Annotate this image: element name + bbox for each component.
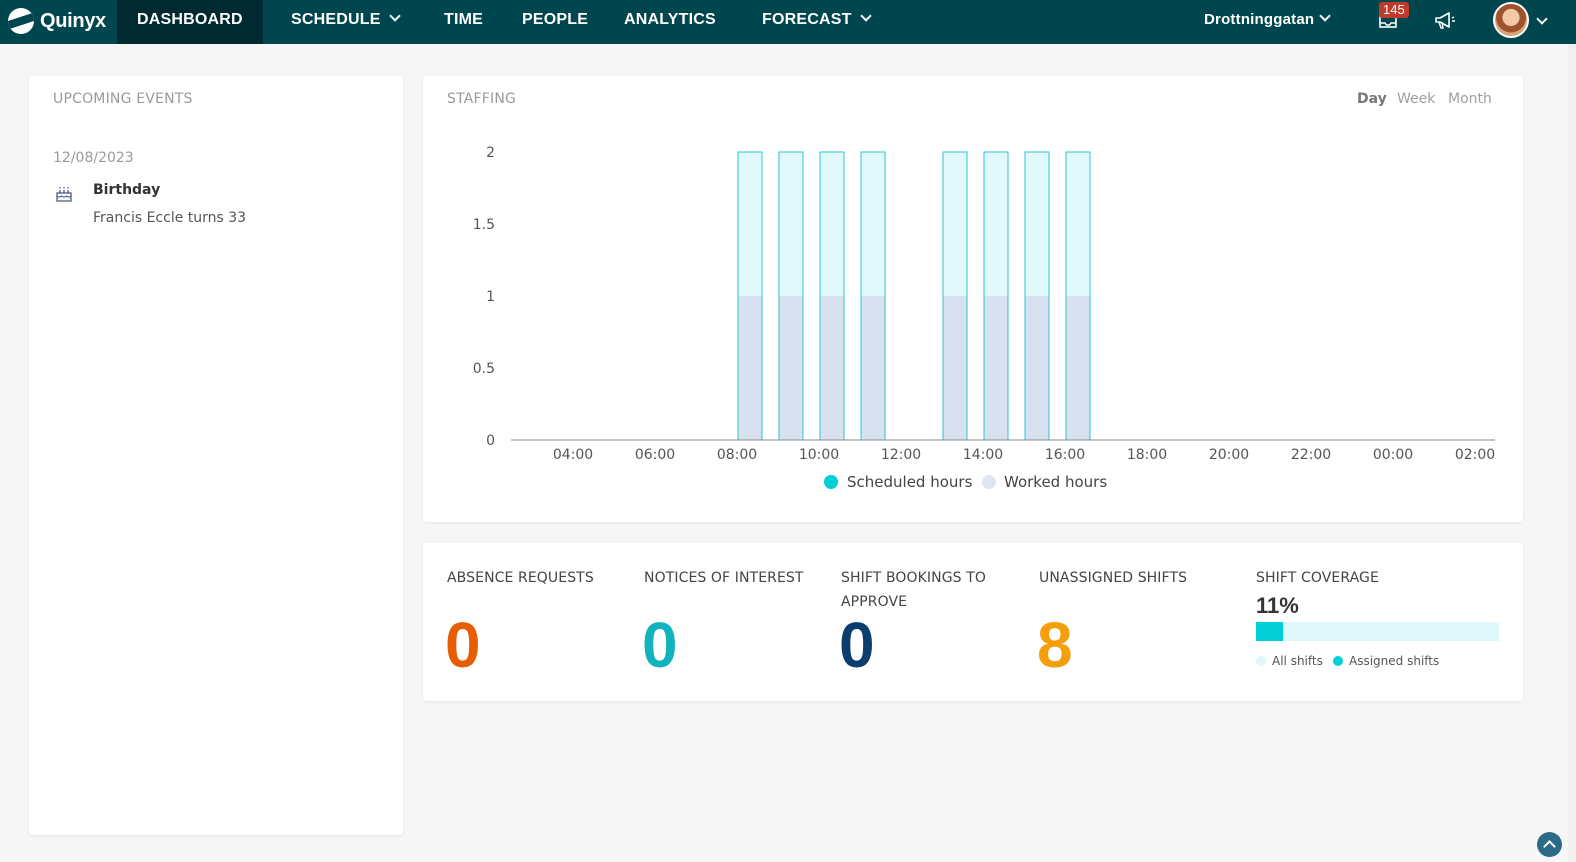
x-tick-label: 12:00	[881, 447, 921, 463]
staffing-card: STAFFING Day Week Month 0 0.5 1 1.5 2 04:00 06…	[423, 76, 1523, 522]
legend-assigned-shifts: Assigned shifts	[1333, 654, 1439, 668]
quinyx-logo[interactable]: Quinyx	[8, 6, 106, 36]
y-tick-label: 2	[486, 145, 495, 161]
x-tick-label: 20:00	[1209, 447, 1249, 463]
x-tick-label: 02:00	[1455, 447, 1495, 463]
x-tick-label: 06:00	[635, 447, 675, 463]
legend-worked-swatch	[982, 475, 996, 489]
nav-analytics[interactable]: ANALYTICS	[624, 0, 716, 44]
absence-requests-value[interactable]: 0	[445, 613, 481, 677]
nav-time[interactable]: TIME	[444, 0, 483, 44]
x-tick-label: 22:00	[1291, 447, 1331, 463]
shift-coverage-percent: 11%	[1256, 593, 1299, 618]
announcements-button[interactable]	[1434, 11, 1456, 35]
nav-people-label: PEOPLE	[522, 11, 589, 28]
logo-mark-icon	[8, 8, 34, 34]
x-tick-label: 04:00	[553, 447, 593, 463]
worked-hours-bar	[779, 296, 803, 440]
chevron-down-icon	[1319, 10, 1331, 22]
nav-forecast-label: FORECAST	[762, 11, 852, 28]
worked-hours-bar	[1066, 296, 1090, 440]
shift-coverage-fill	[1256, 622, 1283, 641]
x-tick-label: 14:00	[963, 447, 1003, 463]
upcoming-events-card: UPCOMING EVENTS 12/08/2023 Birthday Fran…	[29, 76, 403, 835]
shift-bookings-label-line1: SHIFT BOOKINGS TO	[841, 570, 986, 586]
nav-dashboard-label: DASHBOARD	[137, 11, 243, 28]
legend-assigned-shifts-label: Assigned shifts	[1349, 654, 1440, 668]
upcoming-events-title: UPCOMING EVENTS	[53, 91, 193, 107]
scroll-to-top-button[interactable]	[1537, 832, 1562, 857]
event-type: Birthday	[93, 182, 161, 198]
legend-worked-label: Worked hours	[1004, 473, 1107, 491]
legend-scheduled-label: Scheduled hours	[847, 473, 973, 491]
unassigned-shifts-label: UNASSIGNED SHIFTS	[1039, 570, 1188, 586]
stats-card: ABSENCE REQUESTS 0 NOTICES OF INTEREST 0…	[423, 543, 1523, 701]
x-tick-label: 00:00	[1373, 447, 1413, 463]
scrollbar[interactable]	[1568, 44, 1576, 862]
notification-badge: 145	[1379, 2, 1409, 18]
avatar[interactable]	[1493, 2, 1529, 38]
chevron-down-icon	[859, 10, 872, 22]
worked-hours-bar	[1025, 296, 1049, 440]
y-tick-label: 0.5	[473, 361, 495, 377]
y-tick-label: 0	[486, 433, 495, 449]
notices-of-interest-value[interactable]: 0	[642, 613, 678, 677]
legend-scheduled-swatch	[824, 475, 838, 489]
shift-bookings-value[interactable]: 0	[839, 613, 875, 677]
chevron-down-icon	[388, 10, 401, 22]
staffing-chart: 0 0.5 1 1.5 2 04:00 06:00 08:00 10:00 12:00 14:00 1…	[473, 145, 1495, 491]
shift-coverage-label: SHIFT COVERAGE	[1256, 570, 1379, 586]
legend-all-shifts-label: All shifts	[1272, 654, 1323, 668]
event-description: Francis Eccle turns 33	[93, 210, 247, 226]
unit-selector-label: Drottninggatan	[1204, 11, 1315, 28]
nav-people[interactable]: PEOPLE	[522, 0, 588, 44]
worked-hours-bar	[861, 296, 885, 440]
top-navigation: Quinyx DASHBOARD SCHEDULE TIME PEOPLE AN…	[0, 0, 1576, 44]
nav-dashboard[interactable]: DASHBOARD	[117, 0, 263, 44]
y-tick-label: 1	[486, 289, 495, 305]
shift-coverage-bar	[1256, 622, 1499, 641]
absence-requests-label: ABSENCE REQUESTS	[447, 570, 594, 586]
nav-forecast[interactable]: FORECAST	[762, 0, 872, 44]
unassigned-shifts-value[interactable]: 8	[1037, 613, 1073, 677]
nav-analytics-label: ANALYTICS	[624, 11, 716, 28]
worked-hours-bar	[820, 296, 844, 440]
legend-all-shifts-swatch	[1256, 656, 1266, 666]
x-tick-label: 18:00	[1127, 447, 1167, 463]
unit-selector[interactable]: Drottninggatan	[1204, 0, 1331, 44]
legend-all-shifts: All shifts	[1256, 654, 1323, 668]
x-tick-label: 10:00	[799, 447, 839, 463]
nav-time-label: TIME	[444, 11, 484, 28]
logo-text: Quinyx	[40, 9, 106, 32]
event-date: 12/08/2023	[53, 150, 134, 166]
chevron-down-icon	[1536, 13, 1548, 25]
worked-hours-bar	[738, 296, 762, 440]
worked-hours-bar	[943, 296, 967, 440]
x-tick-label: 08:00	[717, 447, 757, 463]
nav-schedule-label: SCHEDULE	[291, 11, 381, 28]
shift-bookings-label: SHIFT BOOKINGS TO APPROVE	[841, 566, 986, 614]
user-menu-button[interactable]	[1536, 12, 1548, 31]
nav-schedule[interactable]: SCHEDULE	[291, 0, 401, 44]
x-tick-label: 16:00	[1045, 447, 1085, 463]
worked-hours-bar	[984, 296, 1008, 440]
notices-of-interest-label: NOTICES OF INTEREST	[644, 570, 804, 586]
cake-icon	[55, 185, 73, 207]
y-tick-label: 1.5	[473, 217, 495, 233]
legend-assigned-shifts-swatch	[1333, 656, 1343, 666]
megaphone-icon	[1435, 12, 1455, 29]
